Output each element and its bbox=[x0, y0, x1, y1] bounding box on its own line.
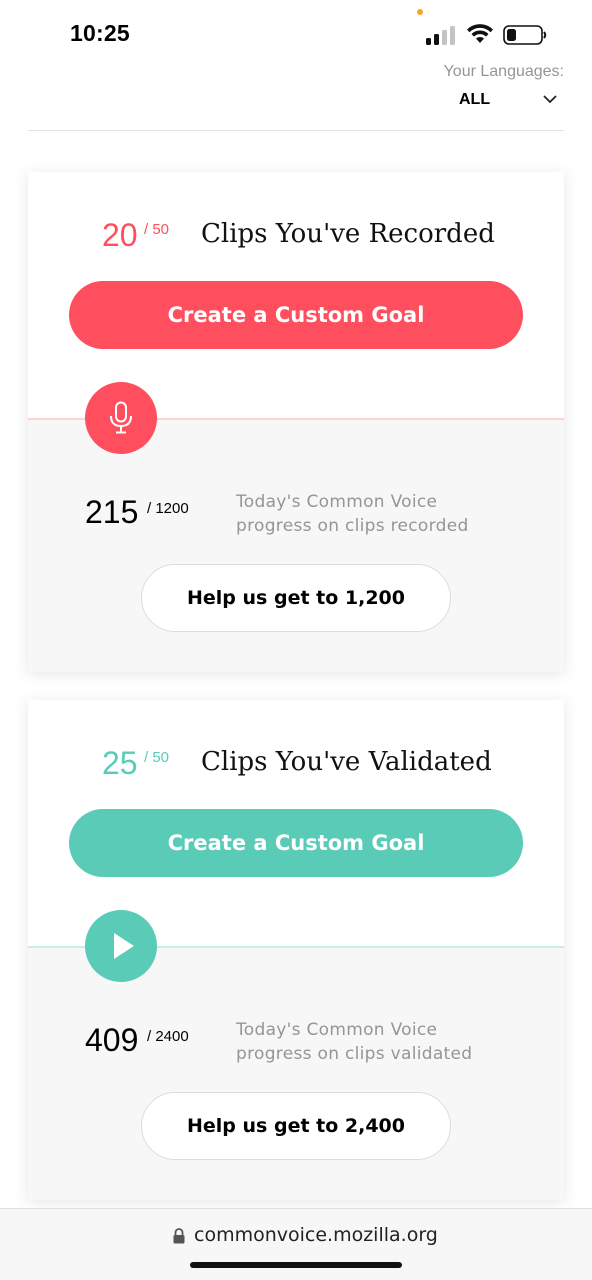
card-bottom-section bbox=[28, 948, 564, 1200]
goal-total: / 50 bbox=[144, 749, 170, 766]
card-bottom-section bbox=[28, 420, 564, 672]
validated-goal-card: 25 / 50 Clips You've Validated Create a … bbox=[28, 700, 564, 1200]
community-stat-total: / 2400 bbox=[147, 1028, 189, 1045]
languages-label: Your Languages: bbox=[443, 63, 564, 80]
create-custom-goal-button[interactable]: Create a Custom Goal bbox=[69, 281, 523, 349]
goal-count: 25 bbox=[102, 745, 138, 781]
help-reach-goal-button[interactable]: Help us get to 1,200 bbox=[141, 564, 451, 632]
home-indicator[interactable] bbox=[190, 1262, 402, 1268]
community-stat-total: / 1200 bbox=[147, 500, 189, 517]
community-stat-description: Today's Common Voice progress on clips v… bbox=[236, 1020, 473, 1064]
microphone-icon[interactable] bbox=[85, 382, 157, 454]
header-divider bbox=[28, 130, 564, 131]
battery-icon bbox=[503, 25, 547, 45]
community-stat-description: Today's Common Voice progress on clips r… bbox=[236, 492, 469, 536]
goal-total: / 50 bbox=[144, 221, 170, 238]
status-time: 10:25 bbox=[70, 20, 130, 46]
privacy-indicator-dot bbox=[417, 9, 423, 15]
goal-title: Clips You've Validated bbox=[201, 747, 492, 777]
goal-title: Clips You've Recorded bbox=[201, 219, 495, 249]
lock-icon bbox=[173, 1228, 185, 1244]
create-custom-goal-button[interactable]: Create a Custom Goal bbox=[69, 809, 523, 877]
status-bar: 10:25 bbox=[0, 0, 592, 64]
goal-count: 20 bbox=[102, 217, 138, 253]
community-stat-count: 409 bbox=[85, 1022, 139, 1058]
community-stat-count: 215 bbox=[85, 494, 139, 530]
signal-icon bbox=[426, 25, 458, 45]
language-select-value[interactable]: ALL bbox=[459, 91, 490, 109]
recorded-goal-card: 20 / 50 Clips You've Recorded Create a C… bbox=[28, 172, 564, 672]
chevron-down-icon[interactable] bbox=[542, 92, 558, 106]
url-text[interactable]: commonvoice.mozilla.org bbox=[194, 1224, 438, 1246]
help-reach-goal-button[interactable]: Help us get to 2,400 bbox=[141, 1092, 451, 1160]
wifi-icon bbox=[467, 24, 493, 43]
play-icon[interactable] bbox=[85, 910, 157, 982]
